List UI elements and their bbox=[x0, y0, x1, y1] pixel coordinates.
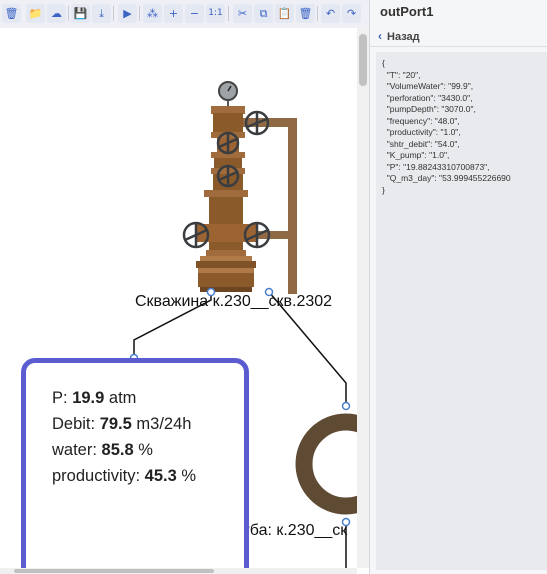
horizontal-scroll-thumb[interactable] bbox=[14, 569, 214, 573]
wellhead-icon[interactable] bbox=[196, 81, 297, 294]
vertical-scrollbar[interactable] bbox=[357, 28, 369, 568]
pipe-icon[interactable] bbox=[295, 413, 357, 515]
toolbar-separator bbox=[139, 6, 140, 21]
json-line: "VolumeWater": "99.9", bbox=[382, 81, 474, 91]
paste-icon-button[interactable]: 📋 bbox=[275, 4, 294, 23]
back-label: Назад bbox=[387, 31, 420, 43]
cut-icon-button[interactable]: ✂ bbox=[233, 4, 252, 23]
json-line: { bbox=[382, 58, 385, 68]
json-line: "perforation": "3430.0", bbox=[382, 92, 473, 103]
json-line: "productivity": "1.0", bbox=[382, 127, 461, 137]
vertical-scroll-thumb[interactable] bbox=[359, 34, 367, 86]
run-icon-button[interactable]: ▶ bbox=[118, 4, 137, 23]
save-icon-button[interactable]: 💾 bbox=[71, 4, 90, 23]
json-line: "pumpDepth": "3070.0", bbox=[382, 104, 476, 114]
toolbar-separator bbox=[113, 6, 114, 21]
toolbar-separator bbox=[317, 6, 318, 21]
json-line: "K_pump": "1.0", bbox=[382, 150, 450, 160]
json-line: "T": "20", bbox=[382, 69, 421, 80]
toolbar-separator bbox=[228, 6, 229, 21]
debit-stat: Debit: 79.5 m3/24h bbox=[52, 415, 192, 433]
json-line: "frequency": "48.0", bbox=[382, 115, 460, 126]
zoom-out-icon-button[interactable]: − bbox=[185, 4, 204, 23]
open-folder-icon-button[interactable]: 📁 bbox=[26, 4, 45, 23]
pressure-stat: P: 19.9 atm bbox=[52, 389, 137, 407]
zoom-in-icon-button[interactable]: + bbox=[164, 4, 183, 23]
json-line: "Q_m3_day": "53.999455226690 bbox=[382, 173, 511, 183]
panel-divider-line bbox=[370, 46, 547, 47]
diagram-canvas[interactable]: Скважина к.230__скв.2302 Труба: к.230__с… bbox=[0, 28, 357, 568]
cloud-upload-icon-button[interactable]: ☁ bbox=[47, 4, 66, 23]
undo-icon-button[interactable]: ↶ bbox=[321, 4, 340, 23]
delete-icon-button[interactable]: 🗑 bbox=[2, 4, 21, 23]
download-icon-button[interactable]: ⤓ bbox=[92, 4, 111, 23]
productivity-stat: productivity: 45.3 % bbox=[52, 467, 197, 485]
water-stat: water: 85.8 % bbox=[52, 441, 153, 459]
json-line: "P": "19.88243310700873", bbox=[382, 161, 490, 172]
copy-icon-button[interactable]: ⧉ bbox=[254, 4, 273, 23]
json-lines: { "T": "20", "VolumeWater": "99.9", "per… bbox=[376, 52, 547, 196]
zoom-reset-button[interactable]: 1:1 bbox=[206, 4, 225, 23]
nodes-icon-button[interactable]: ⁂ bbox=[143, 4, 162, 23]
toolbar: 🗑 📁 ☁ 💾 ⤓ ▶ ⁂ + − 1:1 ✂ ⧉ 📋 🗑 ↶ ↷ bbox=[0, 0, 370, 29]
panel-title: outPort1 bbox=[380, 4, 434, 19]
trash-icon-button[interactable]: 🗑 bbox=[296, 4, 315, 23]
horizontal-scrollbar[interactable] bbox=[0, 568, 357, 574]
redo-icon-button[interactable]: ↷ bbox=[342, 4, 361, 23]
properties-panel: outPort1 ‹ Назад { "T": "20", "VolumeWate… bbox=[370, 0, 547, 574]
well-info-card[interactable]: P: 19.9 atm Debit: 79.5 m3/24h water: 85… bbox=[21, 358, 249, 568]
back-button[interactable]: ‹ Назад bbox=[378, 29, 420, 43]
json-line: "shtr_debit": "54.0", bbox=[382, 138, 460, 149]
well-node-label: Скважина к.230__скв.2302 bbox=[135, 293, 333, 310]
chevron-left-icon: ‹ bbox=[378, 29, 382, 43]
json-line: } bbox=[382, 184, 385, 195]
toolbar-separator bbox=[68, 6, 69, 21]
json-output-viewer[interactable]: { "T": "20", "VolumeWater": "99.9", "per… bbox=[376, 52, 547, 570]
port-handle[interactable] bbox=[341, 401, 351, 411]
